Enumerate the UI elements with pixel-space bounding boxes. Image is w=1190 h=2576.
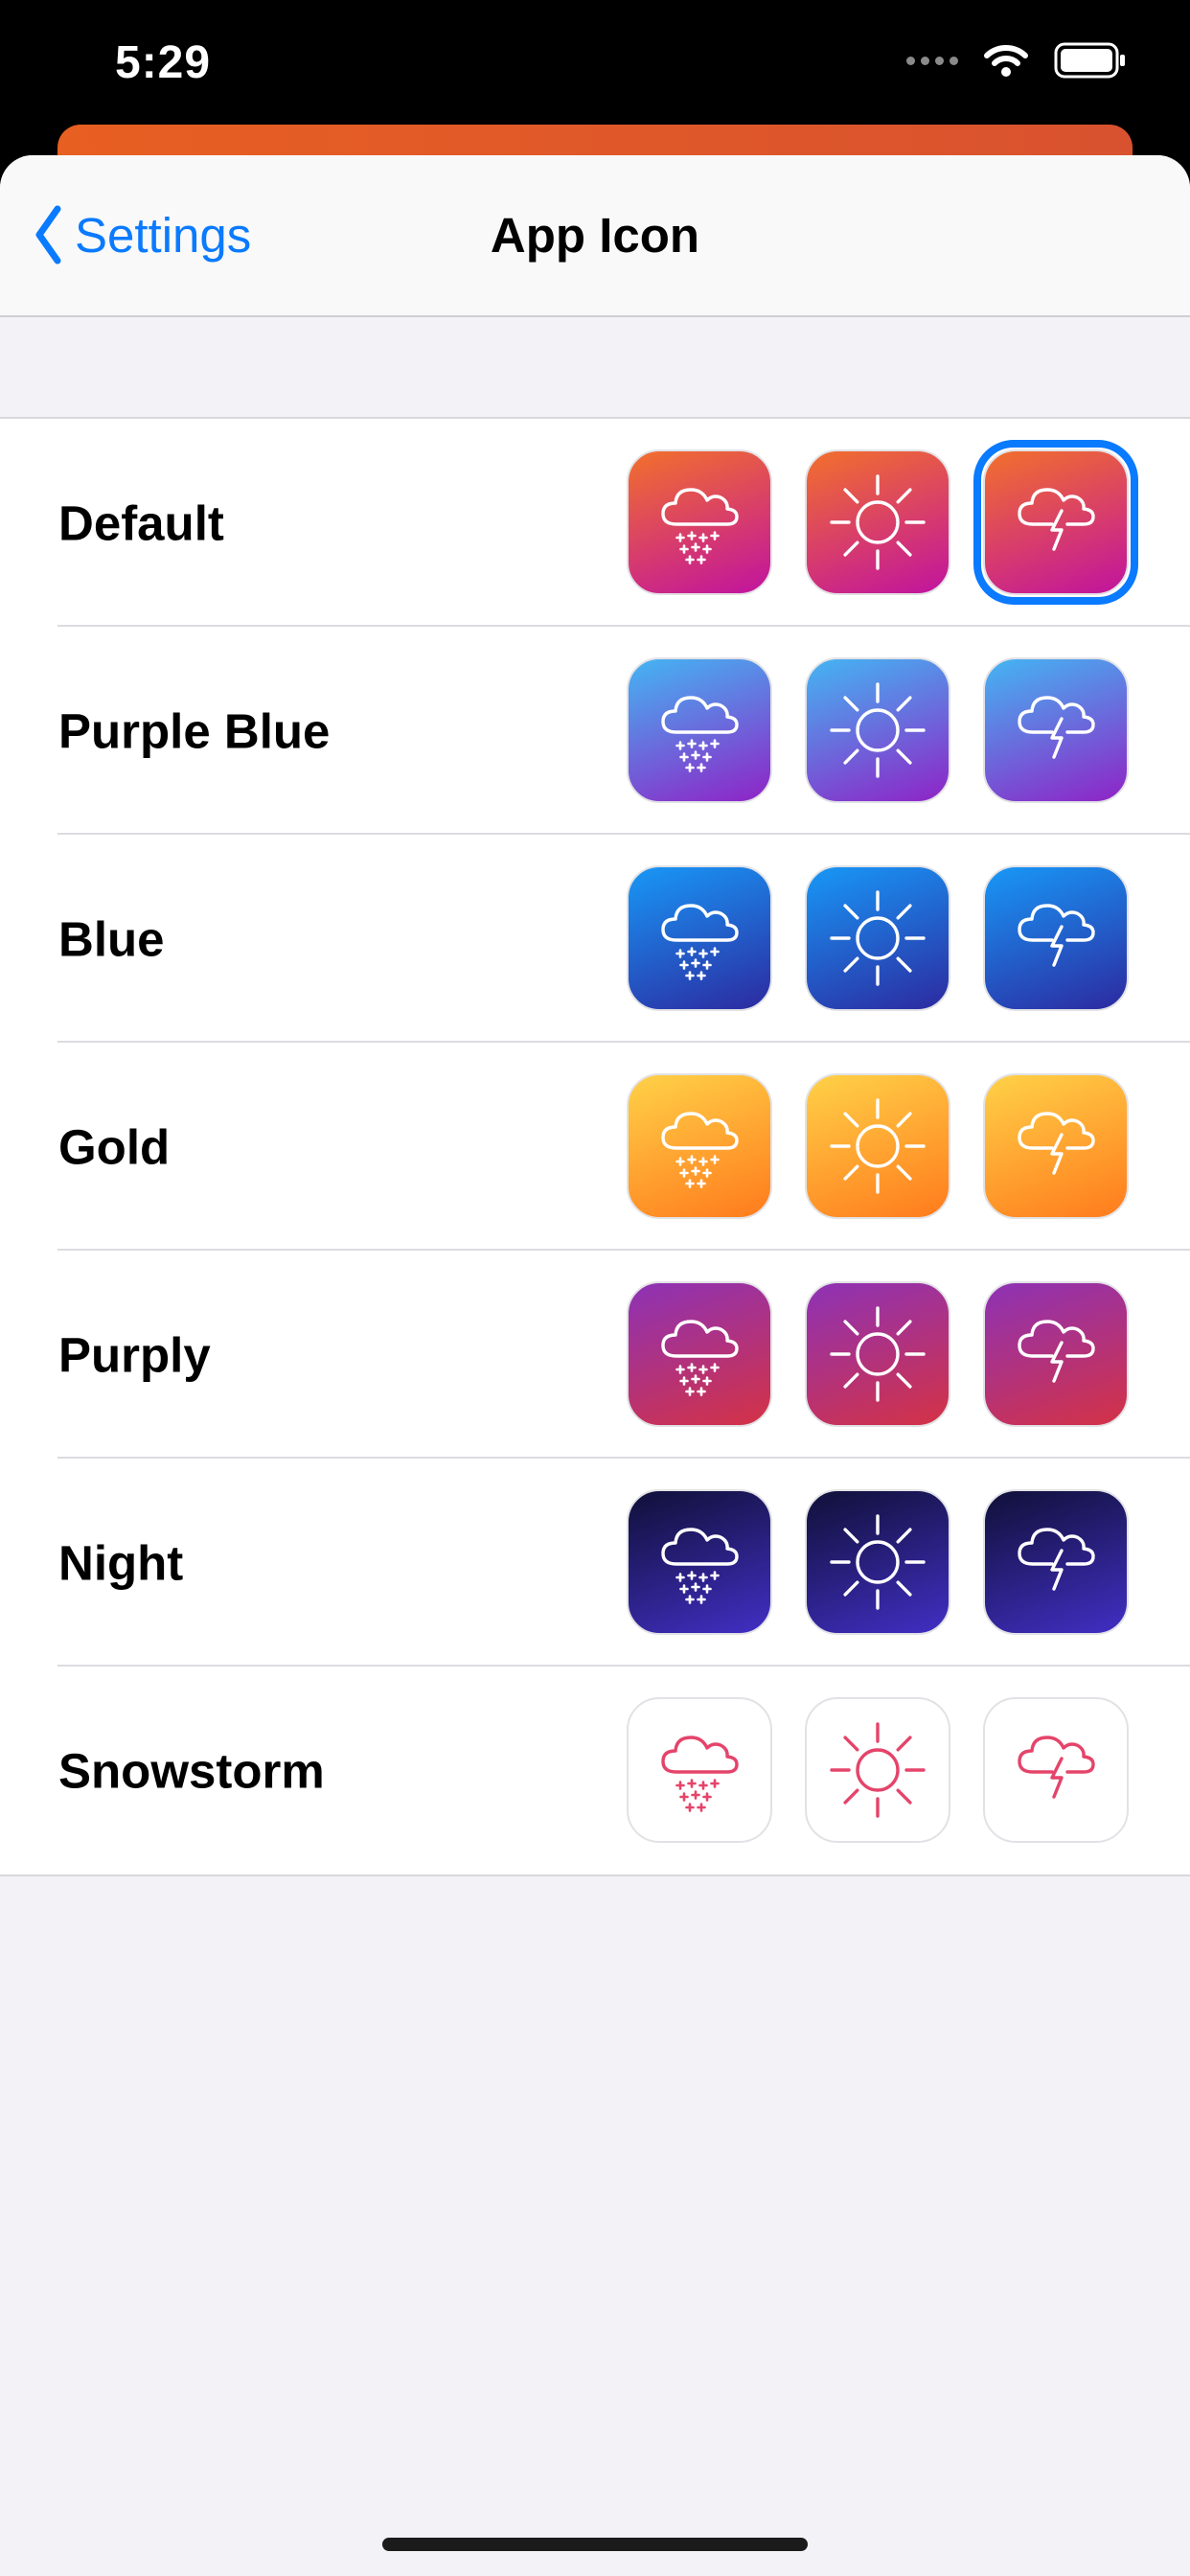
icon-options [627, 1489, 1129, 1635]
sun-app-icon-option[interactable] [805, 865, 950, 1011]
sun-app-icon-option[interactable] [805, 1489, 950, 1635]
theme-label: Purple Blue [58, 703, 331, 758]
theme-label: Gold [58, 1119, 171, 1174]
snow-cloud-icon [661, 696, 739, 772]
theme-row-snowstorm: Snowstorm [0, 1667, 1190, 1874]
theme-row-purple-blue: Purple Blue [0, 627, 1190, 835]
icon-options [627, 657, 1129, 803]
thunder-cloud-app-icon-option[interactable] [983, 657, 1129, 803]
snow-cloud-app-icon-option[interactable] [627, 865, 772, 1011]
home-indicator [382, 2538, 808, 2551]
theme-row-gold: Gold [0, 1043, 1190, 1251]
theme-label: Default [58, 495, 224, 550]
status-time: 5:29 [115, 37, 212, 88]
thunder-cloud-icon [1018, 1736, 1095, 1799]
status-icons [906, 42, 1127, 79]
theme-label: Snowstorm [58, 1743, 325, 1798]
thunder-cloud-app-icon-option[interactable] [983, 1489, 1129, 1635]
snow-cloud-icon [661, 1736, 739, 1812]
snow-cloud-icon [661, 488, 739, 564]
thunder-cloud-icon [1018, 1528, 1095, 1591]
status-bar: 5:29 [0, 0, 1190, 144]
sun-icon [830, 1514, 926, 1610]
thunder-cloud-icon [1018, 1112, 1095, 1175]
theme-label: Blue [58, 911, 165, 966]
sun-app-icon-option[interactable] [805, 1281, 950, 1427]
icon-options [627, 440, 1138, 605]
thunder-cloud-app-icon-option[interactable] [983, 865, 1129, 1011]
theme-label: Night [58, 1535, 184, 1590]
sun-icon [830, 474, 926, 570]
wifi-icon [984, 45, 1028, 77]
thunder-cloud-app-icon-option[interactable] [973, 440, 1138, 605]
thunder-cloud-app-icon-option[interactable] [983, 1073, 1129, 1219]
navigation-bar: Settings App Icon [0, 155, 1190, 317]
sun-app-icon-option[interactable] [805, 657, 950, 803]
icon-theme-list: Default Purple Blue Blue Gold Purply Nig… [0, 417, 1190, 1876]
snow-cloud-icon [661, 1528, 739, 1604]
thunder-cloud-app-icon-option[interactable] [983, 1697, 1129, 1843]
snow-cloud-app-icon-option[interactable] [627, 449, 772, 595]
thunder-cloud-icon [1018, 904, 1095, 967]
theme-row-default: Default [0, 419, 1190, 627]
sun-app-icon-option[interactable] [805, 1697, 950, 1843]
theme-row-purply: Purply [0, 1251, 1190, 1459]
snow-cloud-app-icon-option[interactable] [627, 1489, 772, 1635]
snow-cloud-icon [661, 1320, 739, 1396]
icon-options [627, 1281, 1129, 1427]
sun-app-icon-option[interactable] [805, 449, 950, 595]
theme-row-blue: Blue [0, 835, 1190, 1043]
sun-icon [830, 1722, 926, 1818]
snow-cloud-app-icon-option[interactable] [627, 657, 772, 803]
snow-cloud-app-icon-option[interactable] [627, 1281, 772, 1427]
app-icon-sheet: Settings App Icon Default Purple Blue Bl… [0, 155, 1190, 2576]
thunder-cloud-app-icon-option[interactable] [983, 1281, 1129, 1427]
snow-cloud-app-icon-option[interactable] [627, 1697, 772, 1843]
icon-options [627, 865, 1129, 1011]
thunder-cloud-icon [1018, 696, 1095, 759]
sun-icon [830, 682, 926, 778]
battery-icon [1054, 42, 1125, 79]
sun-icon [830, 1306, 926, 1402]
snow-cloud-icon [661, 1112, 739, 1188]
thunder-cloud-icon [1018, 488, 1095, 551]
page-title: App Icon [490, 208, 700, 263]
thunder-cloud-icon [1018, 1320, 1095, 1383]
sun-icon [830, 1098, 926, 1194]
icon-options [627, 1697, 1129, 1843]
snow-cloud-icon [661, 904, 739, 980]
snow-cloud-app-icon-option[interactable] [627, 1073, 772, 1219]
icon-options [627, 1073, 1129, 1219]
theme-label: Purply [58, 1327, 211, 1382]
sun-icon [830, 890, 926, 986]
cellular-signal-icon [906, 56, 958, 65]
sun-app-icon-option[interactable] [805, 1073, 950, 1219]
theme-row-night: Night [0, 1459, 1190, 1667]
